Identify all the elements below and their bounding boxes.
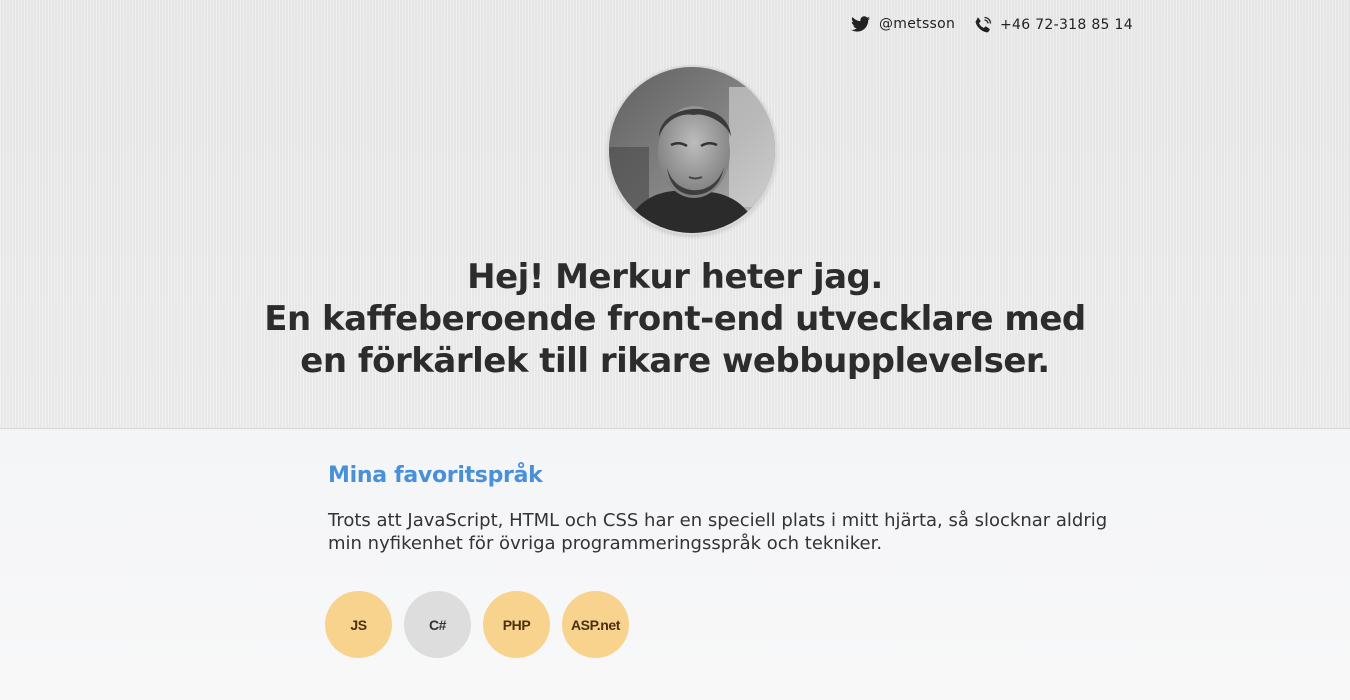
phone-link[interactable]: +46 72-318 85 14 [974, 16, 1133, 34]
twitter-handle: @metsson [879, 16, 956, 32]
profile-photo [609, 67, 775, 233]
skill-badge-csharp: C# [404, 591, 471, 658]
phone-number: +46 72-318 85 14 [1000, 17, 1133, 33]
skill-badge-php: PHP [483, 591, 550, 658]
skill-badge-js: JS [325, 591, 392, 658]
section-description: Trots att JavaScript, HTML och CSS har e… [328, 510, 1108, 554]
skill-list: JS C# PHP ASP.net [325, 591, 641, 658]
headline-line-1: Hej! Merkur heter jag. [467, 257, 883, 297]
phone-icon [974, 16, 992, 34]
twitter-bird-icon [851, 16, 871, 32]
section-title: Mina favoritspråk [328, 463, 543, 488]
profile-avatar [609, 67, 775, 233]
hero-section: @metsson +46 72-318 85 14 Hej! Merkur he… [0, 0, 1350, 429]
skill-badge-aspnet: ASP.net [562, 591, 629, 658]
headline: Hej! Merkur heter jag. En kaffeberoende … [0, 256, 1350, 382]
headline-line-2: En kaffeberoende front-end utvecklare me… [264, 299, 1086, 339]
twitter-link[interactable]: @metsson [851, 16, 955, 32]
headline-line-3: en förkärlek till rikare webbupplevelser… [300, 341, 1050, 381]
favorites-section: Mina favoritspråk Trots att JavaScript, … [0, 429, 1350, 700]
